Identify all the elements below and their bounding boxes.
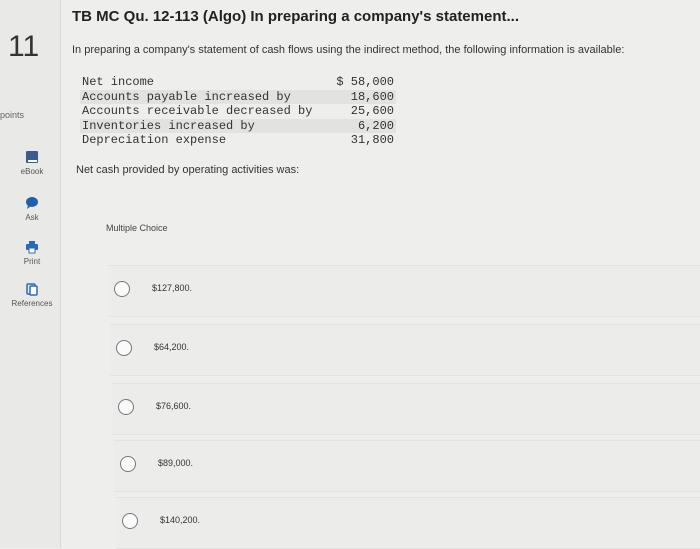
radio-button[interactable] xyxy=(118,399,134,415)
references-icon xyxy=(26,283,38,296)
print-label: Print xyxy=(23,257,41,266)
answer-option-b[interactable]: $64,200. xyxy=(110,324,700,376)
radio-button[interactable] xyxy=(120,456,136,472)
radio-button[interactable] xyxy=(114,281,130,297)
option-text: $89,000. xyxy=(158,458,194,468)
sidebar: 11 points eBook Ask Print References xyxy=(0,0,61,548)
answer-option-c[interactable]: $76,600. xyxy=(112,383,700,435)
answer-option-a[interactable]: $127,800. xyxy=(108,265,700,317)
option-text: $140,200. xyxy=(160,515,201,525)
print-button[interactable]: Print xyxy=(10,240,54,266)
option-text: $64,200. xyxy=(154,342,190,352)
ask-button[interactable]: Ask xyxy=(10,196,54,222)
references-label: References xyxy=(11,299,53,308)
ebook-button[interactable]: eBook xyxy=(10,150,54,176)
question-number: 11 xyxy=(8,30,40,63)
radio-button[interactable] xyxy=(122,513,138,529)
references-button[interactable]: References xyxy=(10,282,54,308)
radio-button[interactable] xyxy=(116,340,132,356)
answer-option-e[interactable]: $140,200. xyxy=(116,497,700,549)
book-icon xyxy=(26,151,38,163)
option-text: $76,600. xyxy=(156,401,192,411)
points-label: points xyxy=(0,110,25,120)
ask-label: Ask xyxy=(25,213,39,222)
chat-bubble-icon xyxy=(26,197,38,209)
printer-icon xyxy=(26,241,38,254)
answer-options: $127,800. $64,200. $76,600. $89,000. $14… xyxy=(68,0,700,549)
option-text: $127,800. xyxy=(152,283,193,293)
ebook-label: eBook xyxy=(20,167,44,176)
answer-option-d[interactable]: $89,000. xyxy=(114,440,700,492)
